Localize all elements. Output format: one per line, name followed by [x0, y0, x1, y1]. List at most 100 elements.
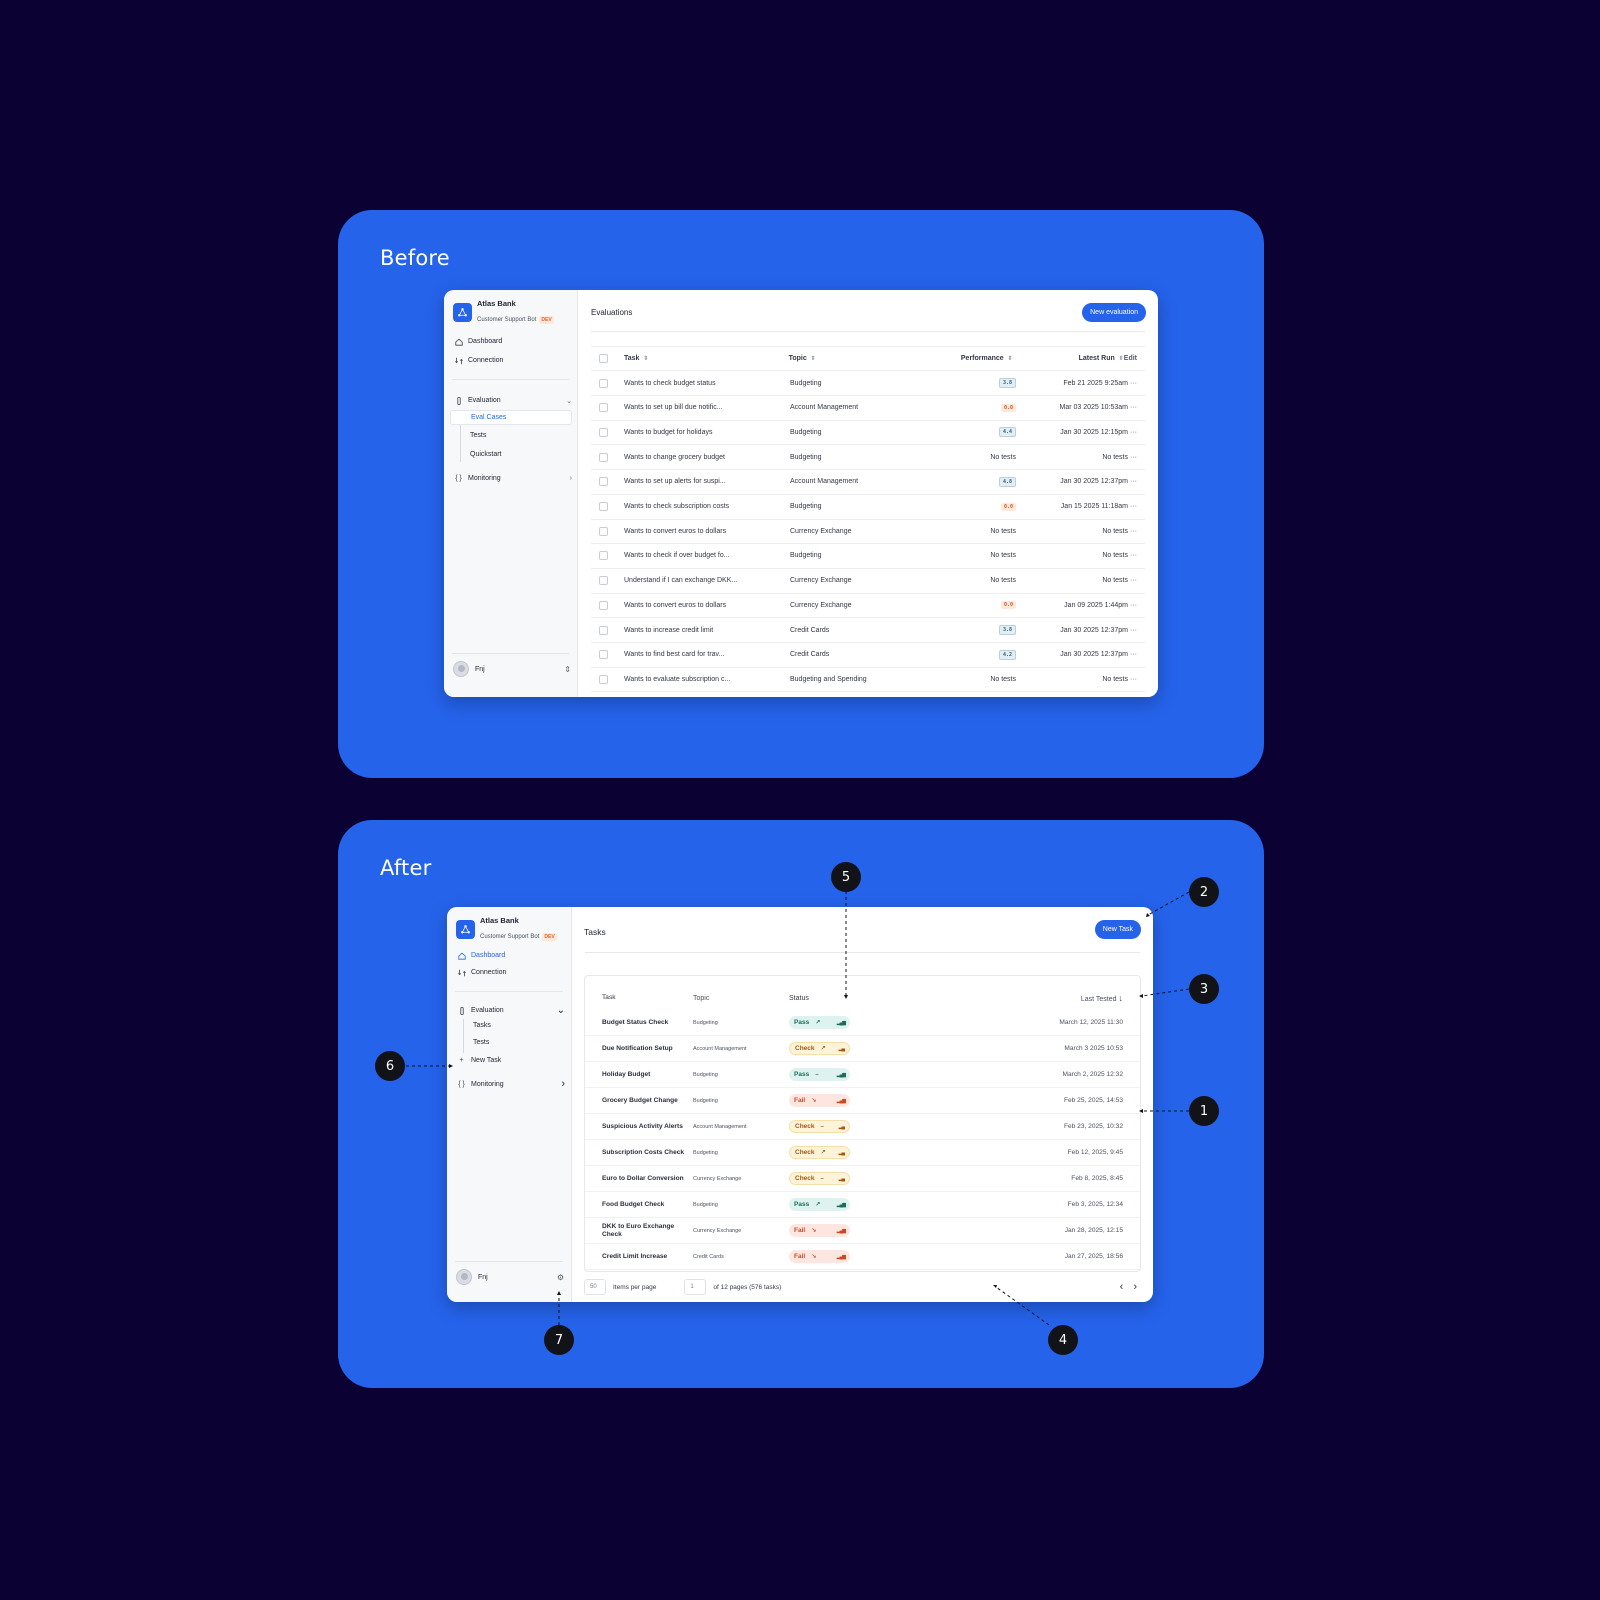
more-options-icon[interactable]: ···	[1128, 602, 1145, 609]
row-checkbox[interactable]	[599, 477, 608, 487]
table-row[interactable]: Subscription Costs Check Budgeting Check ↗ ▂…	[585, 1140, 1140, 1166]
col-latest-run[interactable]: Latest Run ⇳	[1013, 355, 1124, 362]
col-performance[interactable]: Performance ⇳	[906, 355, 1013, 362]
subnav-eval-cases[interactable]: Eval Cases	[450, 410, 572, 425]
new-evaluation-button[interactable]: New evaluation	[1082, 303, 1146, 322]
more-options-icon[interactable]: ···	[1128, 404, 1145, 411]
task-cell: Budget Status Check	[602, 1018, 669, 1026]
table-row[interactable]: Wants to find best card for trav... Credi…	[591, 643, 1145, 668]
col-task[interactable]: Task ⇳	[624, 355, 789, 362]
row-checkbox[interactable]	[599, 526, 608, 536]
table-row[interactable]: Wants to check subscription costs Budgeti…	[591, 495, 1145, 520]
user-menu[interactable]: Fnj ⚙	[456, 1269, 564, 1285]
table-row[interactable]: Wants to budget for holidays Budgeting 4.4…	[591, 420, 1145, 446]
table-row[interactable]: Wants to set up bill due notific... Accou…	[591, 396, 1145, 421]
more-options-icon[interactable]: ···	[1128, 454, 1145, 461]
table-row[interactable]: Euro to Dollar Conversion Currency Exchan…	[585, 1166, 1140, 1192]
table-row[interactable]: Suspicious Activity Alerts Account Manage…	[585, 1114, 1140, 1140]
row-checkbox[interactable]	[599, 600, 608, 610]
more-options-icon[interactable]: ···	[1128, 528, 1145, 535]
more-options-icon[interactable]: ···	[1128, 478, 1145, 485]
nav-connection[interactable]: Connection	[457, 968, 565, 977]
nav-evaluation[interactable]: Evaluation ⌄	[454, 396, 572, 405]
more-options-icon[interactable]: ···	[1128, 503, 1145, 510]
table-row[interactable]: Holiday Budget Budgeting Pass – ▂▄▆ March 2, …	[585, 1062, 1140, 1088]
home-icon	[454, 337, 463, 346]
more-options-icon[interactable]: ···	[1128, 676, 1145, 683]
task-cell: Grocery Budget Change	[602, 1096, 678, 1104]
row-checkbox[interactable]	[599, 502, 608, 511]
subnav-tasks[interactable]: Tasks	[473, 1022, 491, 1029]
performance-value: No tests	[990, 675, 1016, 683]
table-row[interactable]: Wants to check budget status Budgeting 3.8…	[591, 371, 1145, 396]
next-page-icon[interactable]: ›	[1133, 1281, 1137, 1293]
prev-page-icon[interactable]: ‹	[1120, 1281, 1124, 1293]
more-options-icon[interactable]: ···	[1128, 429, 1145, 436]
table-row[interactable]: Understand if I can exchange DKK... Curre…	[591, 569, 1145, 594]
table-row[interactable]: Due Notification Setup Account Management…	[585, 1036, 1140, 1062]
table-row[interactable]: Wants to increase credit limit Credit Car…	[591, 618, 1145, 643]
topic-cell: Budgeting	[790, 552, 822, 560]
signal-bars-icon: ▂▄	[838, 1175, 845, 1182]
env-badge: DEV	[539, 316, 554, 324]
nav-evaluation[interactable]: Evaluation ⌄	[457, 1005, 565, 1016]
status-cell: Check ↗ ▂▄	[789, 1042, 939, 1055]
nav-new-task[interactable]: + New Task	[457, 1056, 565, 1065]
more-options-icon[interactable]: ···	[1128, 577, 1145, 584]
table-row[interactable]: Credit Limit Increase Credit Cards Fail ↘ ▂▄…	[585, 1244, 1140, 1270]
table-row[interactable]: Wants to evaluate subscription c... Budge…	[591, 667, 1145, 693]
row-checkbox[interactable]	[599, 674, 608, 684]
table-row[interactable]: Wants to set up alerts for suspi... Accou…	[591, 470, 1145, 495]
table-row[interactable]: Budget Status Check Budgeting Pass ↗ ▂▄▆ Marc…	[585, 1010, 1140, 1036]
atlas-logo-icon	[453, 303, 472, 322]
trend-icon: –	[820, 1123, 824, 1130]
row-checkbox[interactable]	[599, 576, 608, 586]
row-checkbox[interactable]	[599, 378, 608, 388]
topic-cell: Budgeting	[693, 1149, 718, 1156]
row-checkbox[interactable]	[599, 551, 608, 561]
nav-connection[interactable]: Connection	[454, 356, 572, 365]
row-checkbox[interactable]	[599, 427, 608, 437]
table-row[interactable]: Grocery Budget Change Budgeting Fail ↘ ▂▄▆ Fe…	[585, 1088, 1140, 1114]
new-task-button[interactable]: New Task	[1094, 920, 1141, 939]
row-checkbox[interactable]	[599, 403, 608, 413]
nav-monitoring[interactable]: { } Monitoring ›	[454, 474, 572, 483]
row-checkbox[interactable]	[599, 625, 608, 635]
col-topic[interactable]: Topic	[693, 995, 789, 1002]
table-row[interactable]: Food Budget Check Budgeting Pass ↗ ▂▄▆ Feb 3,…	[585, 1192, 1140, 1218]
nav-monitoring[interactable]: { } Monitoring ›	[457, 1078, 565, 1090]
table-row[interactable]: Wants to check if over budget fo... Budge…	[591, 544, 1145, 569]
subnav-quickstart[interactable]: Quickstart	[470, 451, 502, 458]
table-row[interactable]: Wants to change grocery budget Budgeting N…	[591, 445, 1145, 471]
table-row[interactable]: DKK to Euro Exchange Check Currency Excha…	[585, 1218, 1140, 1244]
items-per-page-select[interactable]: 50	[584, 1279, 606, 1295]
gear-icon[interactable]: ⚙	[557, 1273, 564, 1282]
more-options-icon[interactable]: ···	[1128, 651, 1145, 658]
more-options-icon[interactable]: ···	[1128, 627, 1145, 634]
row-checkbox[interactable]	[599, 650, 608, 660]
page-input[interactable]: 1	[684, 1279, 707, 1295]
subnav-tests[interactable]: Tests	[470, 432, 486, 439]
sidebar-divider	[452, 379, 569, 380]
row-checkbox[interactable]	[599, 452, 608, 462]
col-last-tested[interactable]: Last Tested ↓	[939, 993, 1140, 1003]
table-row[interactable]: Wants to convert euros to dollars Currenc…	[591, 593, 1145, 619]
select-all-checkbox[interactable]	[599, 354, 608, 363]
more-options-icon[interactable]: ···	[1128, 380, 1145, 387]
user-menu[interactable]: Fnj ⇕	[453, 661, 571, 677]
trend-icon: ↘	[811, 1254, 817, 1260]
subnav-tests[interactable]: Tests	[473, 1039, 489, 1046]
trend-icon: ↗	[820, 1046, 826, 1052]
col-edit: Edit	[1123, 355, 1138, 362]
col-status[interactable]: Status	[789, 995, 939, 1002]
nav-dashboard[interactable]: Dashboard	[457, 951, 565, 960]
more-options-icon[interactable]: ···	[1128, 552, 1145, 559]
col-topic[interactable]: Topic ⇳	[789, 355, 906, 362]
atlas-logo-icon	[456, 920, 475, 939]
brand[interactable]: Atlas Bank Customer Support Bot DEV	[456, 916, 557, 943]
nav-dashboard[interactable]: Dashboard	[454, 337, 572, 346]
performance-value: No tests	[990, 577, 1016, 585]
brand[interactable]: Atlas Bank Customer Support Bot DEV	[453, 299, 554, 326]
col-task[interactable]: Task	[585, 994, 693, 1002]
table-row[interactable]: Wants to convert euros to dollars Currenc…	[591, 519, 1145, 545]
